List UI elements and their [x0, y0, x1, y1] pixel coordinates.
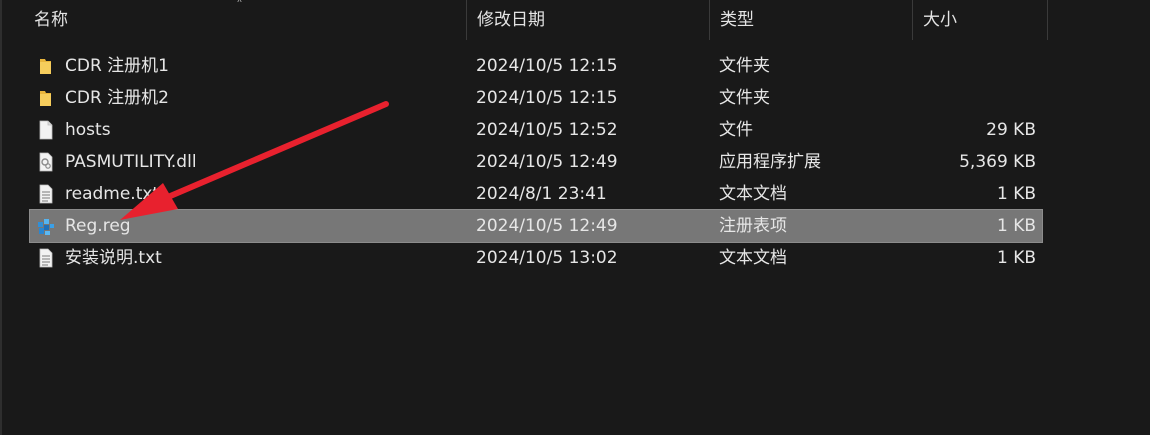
file-name: hosts: [65, 120, 111, 140]
file-date: 2024/10/5 12:52: [476, 120, 618, 140]
file-name: CDR 注册机2: [65, 88, 169, 108]
blank-file-icon: [39, 120, 53, 140]
folder-icon: [40, 59, 51, 74]
file-type: 文件夹: [719, 88, 770, 108]
column-header-name-label: 名称: [34, 10, 68, 30]
file-row[interactable]: CDR 注册机1 2024/10/5 12:15 文件夹: [30, 50, 1042, 82]
file-size: 1 KB: [996, 216, 1036, 236]
file-size: 29 KB: [986, 120, 1036, 140]
text-file-icon: [39, 248, 53, 268]
file-date: 2024/10/5 12:15: [476, 56, 618, 76]
file-name: CDR 注册机1: [65, 56, 169, 76]
file-explorer-window: ˄ 名称 修改日期 类型 大小 CDR 注册机1 2024/10/5 12:15…: [0, 0, 1150, 435]
column-header-size-label: 大小: [923, 10, 957, 30]
file-name: Reg.reg: [65, 216, 131, 236]
file-date: 2024/10/5 12:49: [476, 216, 618, 236]
column-header-type[interactable]: 类型: [710, 0, 912, 40]
column-header-name[interactable]: 名称: [24, 0, 466, 40]
column-header-bar: ˄ 名称 修改日期 类型 大小: [0, 0, 1150, 40]
file-name: 安装说明.txt: [65, 248, 162, 268]
column-header-size[interactable]: 大小: [913, 0, 1047, 40]
file-type: 文本文档: [719, 248, 787, 268]
file-row[interactable]: readme.txt 2024/8/1 23:41 文本文档 1 KB: [30, 178, 1042, 210]
file-date: 2024/8/1 23:41: [476, 184, 607, 204]
file-type: 文本文档: [719, 184, 787, 204]
text-file-icon: [39, 184, 53, 204]
file-type: 文件夹: [719, 56, 770, 76]
file-size: 1 KB: [996, 248, 1036, 268]
file-size: 1 KB: [996, 184, 1036, 204]
file-date: 2024/10/5 13:02: [476, 248, 618, 268]
file-row[interactable]: 安装说明.txt 2024/10/5 13:02 文本文档 1 KB: [30, 242, 1042, 274]
file-type: 文件: [719, 120, 753, 140]
file-date: 2024/10/5 12:49: [476, 152, 618, 172]
file-date: 2024/10/5 12:15: [476, 88, 618, 108]
column-header-date[interactable]: 修改日期: [467, 0, 709, 40]
dll-file-icon: [39, 152, 53, 172]
folder-icon: [40, 91, 51, 106]
column-divider[interactable]: [1047, 0, 1048, 40]
file-name: PASMUTILITY.dll: [65, 152, 197, 172]
column-header-date-label: 修改日期: [477, 10, 545, 30]
pane-edge: [0, 0, 2, 435]
file-type: 注册表项: [719, 216, 787, 236]
file-row-selected[interactable]: Reg.reg 2024/10/5 12:49 注册表项 1 KB: [29, 209, 1043, 243]
file-row[interactable]: PASMUTILITY.dll 2024/10/5 12:49 应用程序扩展 5…: [30, 146, 1042, 178]
file-row[interactable]: CDR 注册机2 2024/10/5 12:15 文件夹: [30, 82, 1042, 114]
file-type: 应用程序扩展: [719, 152, 821, 172]
file-row[interactable]: hosts 2024/10/5 12:52 文件 29 KB: [30, 114, 1042, 146]
registry-file-icon: [38, 219, 54, 235]
file-size: 5,369 KB: [959, 152, 1036, 172]
column-header-type-label: 类型: [720, 10, 754, 30]
file-name: readme.txt: [65, 184, 160, 204]
